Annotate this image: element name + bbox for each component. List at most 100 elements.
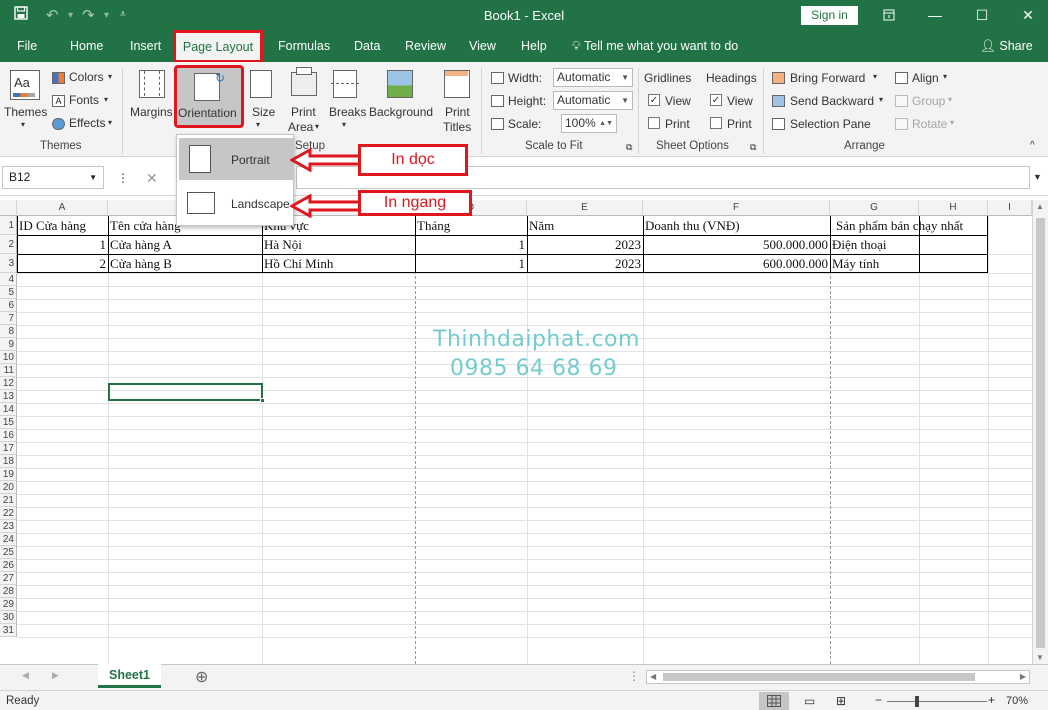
row-header[interactable]: 14	[0, 403, 17, 416]
normal-view-button[interactable]	[759, 692, 789, 710]
row-header[interactable]: 16	[0, 429, 17, 442]
dialog-launcher-icon[interactable]: ⧉	[626, 142, 632, 153]
table-cell[interactable]: 1	[17, 235, 108, 254]
row-header[interactable]: 6	[0, 299, 17, 312]
page-layout-view-icon[interactable]: ▭	[804, 694, 815, 708]
row-header[interactable]: 12	[0, 377, 17, 390]
row-header[interactable]: 22	[0, 507, 17, 520]
row-header[interactable]: 19	[0, 468, 17, 481]
add-sheet-icon[interactable]: ⊕	[195, 667, 208, 687]
table-cell[interactable]: 1	[415, 235, 527, 254]
bring-forward-label[interactable]: Bring Forward	[790, 71, 865, 85]
selection-pane-label[interactable]: Selection Pane	[790, 117, 871, 131]
scroll-up-icon[interactable]: ▲	[1036, 202, 1044, 211]
table-header-cell[interactable]: Doanh thu (VNĐ)	[643, 216, 830, 235]
menu-item-portrait[interactable]: Portrait	[179, 138, 293, 180]
table-cell[interactable]: 500.000.000	[643, 235, 830, 254]
scrollbar-thumb[interactable]	[1036, 218, 1045, 648]
bring-forward-dropdown-icon[interactable]: ▾	[873, 72, 877, 81]
send-backward-label[interactable]: Send Backward	[790, 94, 874, 108]
table-cell[interactable]: Hà Nội	[262, 235, 415, 254]
table-cell[interactable]: 2	[17, 254, 108, 273]
row-header[interactable]: 25	[0, 546, 17, 559]
row-header[interactable]: 4	[0, 273, 17, 286]
row-header[interactable]: 2	[0, 235, 17, 254]
tab-file[interactable]: File	[17, 39, 37, 53]
column-header-i[interactable]: I	[988, 200, 1032, 216]
tab-review[interactable]: Review	[405, 39, 446, 53]
zoom-slider-thumb[interactable]	[915, 696, 919, 707]
tell-me-search[interactable]: 💡︎ Tell me what you want to do	[572, 39, 738, 54]
height-select[interactable]: Automatic ▼	[553, 91, 633, 110]
tab-home[interactable]: Home	[70, 39, 103, 53]
row-header[interactable]: 15	[0, 416, 17, 429]
scale-input[interactable]: 100% ▲▼	[561, 114, 617, 133]
expand-formula-bar-icon[interactable]: ▼	[1033, 172, 1042, 182]
tab-formulas[interactable]: Formulas	[278, 39, 330, 53]
prev-sheet-icon[interactable]: ◀	[22, 670, 29, 681]
table-cell[interactable]: 2023	[527, 235, 643, 254]
orientation-button[interactable]: ↻ Orientation	[174, 65, 244, 128]
table-header-cell[interactable]: Tháng	[415, 216, 527, 235]
sign-in-button[interactable]: Sign in	[801, 6, 858, 25]
tab-help[interactable]: Help	[521, 39, 547, 53]
table-header-cell[interactable]: Năm	[527, 216, 643, 235]
table-cell[interactable]: 1	[415, 254, 527, 273]
cancel-icon[interactable]: ✕	[146, 170, 158, 187]
table-cell[interactable]: Máy tính	[830, 254, 919, 273]
row-header[interactable]: 20	[0, 481, 17, 494]
row-header[interactable]: 26	[0, 559, 17, 572]
selected-cell-b12[interactable]	[108, 383, 265, 403]
row-header[interactable]: 7	[0, 312, 17, 325]
menu-item-landscape[interactable]: Landscape	[179, 182, 293, 224]
column-header-a[interactable]: A	[17, 200, 108, 216]
minimize-icon[interactable]: —	[925, 4, 945, 26]
select-all-corner[interactable]	[0, 200, 17, 216]
row-header[interactable]: 27	[0, 572, 17, 585]
table-cell[interactable]: Cửa hàng A	[108, 235, 262, 254]
dialog-launcher-icon[interactable]: ⧉	[750, 142, 756, 153]
tab-view[interactable]: View	[469, 39, 496, 53]
zoom-in-icon[interactable]: +	[988, 693, 995, 707]
name-box[interactable]: B12 ▼	[2, 166, 104, 189]
row-header[interactable]: 9	[0, 338, 17, 351]
table-cell[interactable]: Điện thoại	[830, 235, 919, 254]
row-header[interactable]: 18	[0, 455, 17, 468]
ribbon-display-icon[interactable]	[879, 4, 899, 26]
gridlines-print-checkbox[interactable]	[648, 117, 660, 129]
zoom-out-icon[interactable]: −	[875, 693, 882, 707]
row-header[interactable]: 29	[0, 598, 17, 611]
page-break-preview-icon[interactable]: ⊞	[836, 694, 846, 708]
gridlines-view-checkbox[interactable]: ✓	[648, 94, 660, 106]
share-button[interactable]: 👤︎ Share	[980, 39, 1033, 54]
row-header[interactable]: 21	[0, 494, 17, 507]
column-header-h[interactable]: H	[919, 200, 988, 216]
tab-insert[interactable]: Insert	[130, 39, 161, 53]
sheet-tab-sheet1[interactable]: Sheet1	[98, 664, 161, 688]
fill-handle[interactable]	[260, 398, 265, 403]
row-header[interactable]: 13	[0, 390, 17, 403]
row-header[interactable]: 30	[0, 611, 17, 624]
table-header-cell[interactable]: ID Cửa hàng	[17, 216, 108, 235]
send-backward-dropdown-icon[interactable]: ▾	[879, 95, 883, 104]
zoom-level[interactable]: 70%	[1006, 695, 1028, 707]
row-header[interactable]: 17	[0, 442, 17, 455]
row-header[interactable]: 5	[0, 286, 17, 299]
tab-split-icon[interactable]: ⋮	[628, 669, 640, 683]
scroll-down-icon[interactable]: ▼	[1036, 653, 1044, 662]
align-dropdown-icon[interactable]: ▾	[943, 72, 947, 81]
table-cell[interactable]: 2023	[527, 254, 643, 273]
scroll-left-icon[interactable]: ◀	[650, 672, 656, 681]
worksheet-grid[interactable]: A B C D E F G H I ▲ ▼ 1 2 3 4 5 6 7 8 9 …	[0, 200, 1048, 664]
column-header-g[interactable]: G	[830, 200, 919, 216]
align-label[interactable]: Align	[912, 71, 939, 85]
column-header-f[interactable]: F	[643, 200, 830, 216]
table-header-cell[interactable]: Sản phẩm bán chạy nhất	[834, 216, 984, 235]
headings-view-checkbox[interactable]: ✓	[710, 94, 722, 106]
row-header[interactable]: 28	[0, 585, 17, 598]
scrollbar-thumb[interactable]	[663, 673, 975, 681]
row-header[interactable]: 11	[0, 364, 17, 377]
row-header[interactable]: 8	[0, 325, 17, 338]
row-header[interactable]: 10	[0, 351, 17, 364]
scroll-right-icon[interactable]: ▶	[1020, 672, 1026, 681]
